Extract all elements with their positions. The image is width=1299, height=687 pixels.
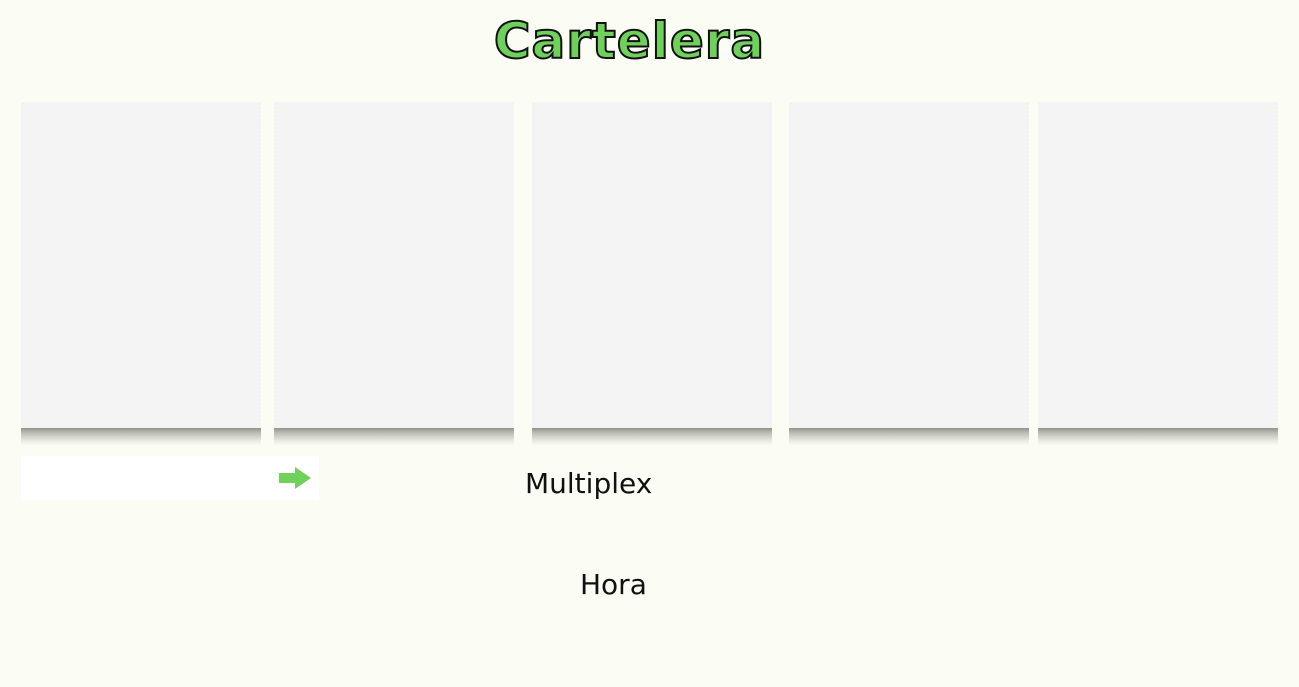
poster-image-placeholder xyxy=(532,102,772,428)
arrow-right-icon[interactable] xyxy=(278,466,312,490)
multiplex-label: Multiplex xyxy=(525,467,653,500)
poster-image-placeholder xyxy=(21,102,261,428)
movie-poster-4[interactable] xyxy=(789,102,1029,447)
poster-shadow xyxy=(21,428,261,446)
movie-select[interactable] xyxy=(21,456,319,500)
movie-poster-3[interactable] xyxy=(532,102,772,447)
poster-shadow xyxy=(274,428,514,446)
poster-image-placeholder xyxy=(1038,102,1278,428)
poster-image-placeholder xyxy=(274,102,514,428)
poster-image-placeholder xyxy=(789,102,1029,428)
poster-shadow xyxy=(789,428,1029,446)
poster-shadow xyxy=(532,428,772,446)
hora-label: Hora xyxy=(580,568,647,601)
movie-poster-1[interactable] xyxy=(21,102,261,447)
movie-poster-5[interactable] xyxy=(1038,102,1278,447)
movie-poster-2[interactable] xyxy=(274,102,514,447)
page-title: Cartelera xyxy=(493,11,766,71)
poster-shadow xyxy=(1038,428,1278,446)
